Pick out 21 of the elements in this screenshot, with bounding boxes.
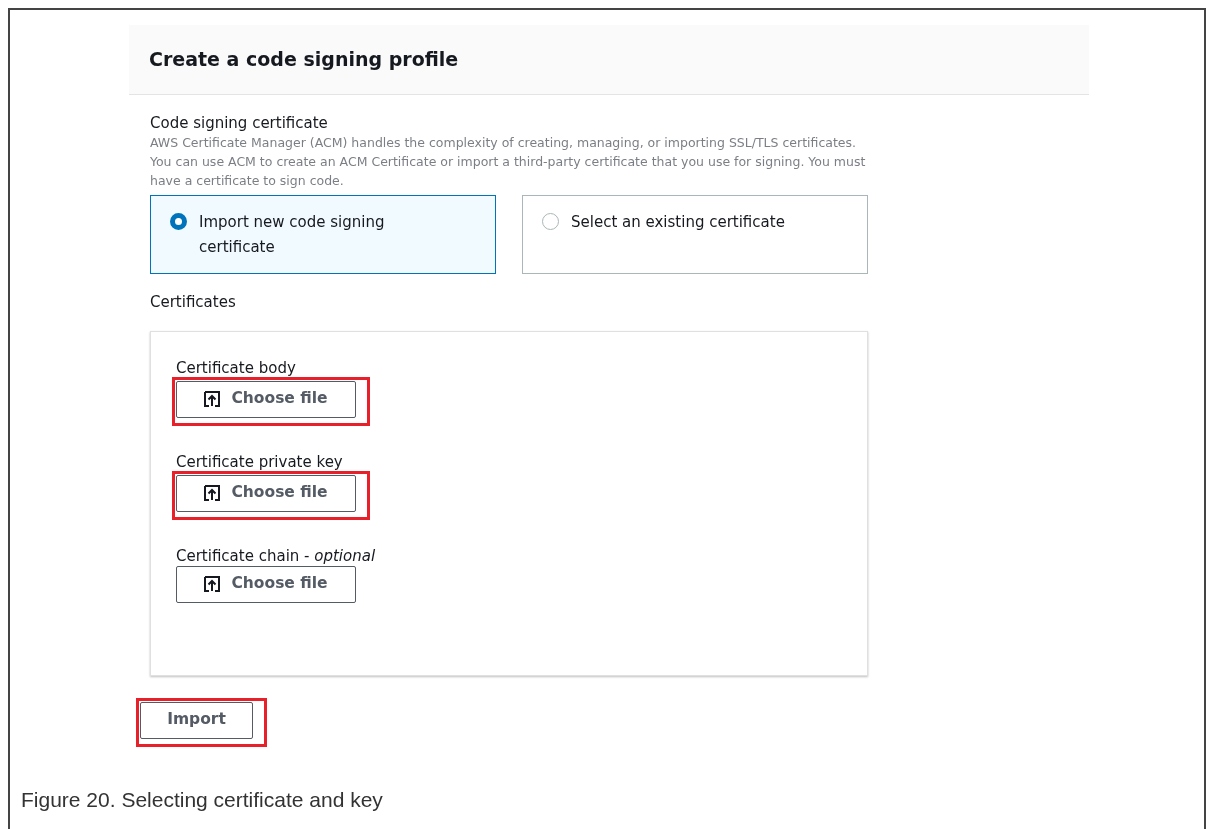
- page-title: Create a code signing profile: [149, 47, 459, 73]
- radio-icon[interactable]: [542, 213, 559, 230]
- upload-icon: [204, 485, 221, 501]
- field-label: Certificate private key: [176, 451, 344, 472]
- radio-tile[interactable]: Select an existing certificate: [522, 195, 868, 274]
- option-label: Select an existing certificate: [571, 212, 786, 233]
- radio-tile[interactable]: Import new code signing certificate: [150, 195, 496, 274]
- field-label: Certificate body: [176, 357, 297, 378]
- radio-icon[interactable]: [170, 213, 187, 230]
- section-label: Code signing certificate: [150, 113, 329, 133]
- upload-icon: [204, 391, 221, 407]
- section-description: AWS Certificate Manager (ACM) handles the complexity of creating, managing, or importing SSL/TLS certificates. You can use ACM to create an ACM Certificate or import a third-party certificate that you use for signing. You must have a certificate to sign code.: [150, 134, 867, 190]
- choose-file-button[interactable]: Choose file: [176, 380, 356, 418]
- choose-file-button[interactable]: Choose file: [176, 565, 356, 603]
- upload-icon: [204, 576, 221, 592]
- import-button[interactable]: Import: [140, 701, 253, 739]
- field-label: Certificate chain - optional: [176, 545, 377, 566]
- figure-caption: Figure 20. Selecting certificate and key: [21, 786, 384, 813]
- option-label: Import new code signing certificate: [199, 212, 386, 258]
- certificates-label: Certificates: [150, 292, 237, 313]
- choose-file-button[interactable]: Choose file: [176, 474, 356, 512]
